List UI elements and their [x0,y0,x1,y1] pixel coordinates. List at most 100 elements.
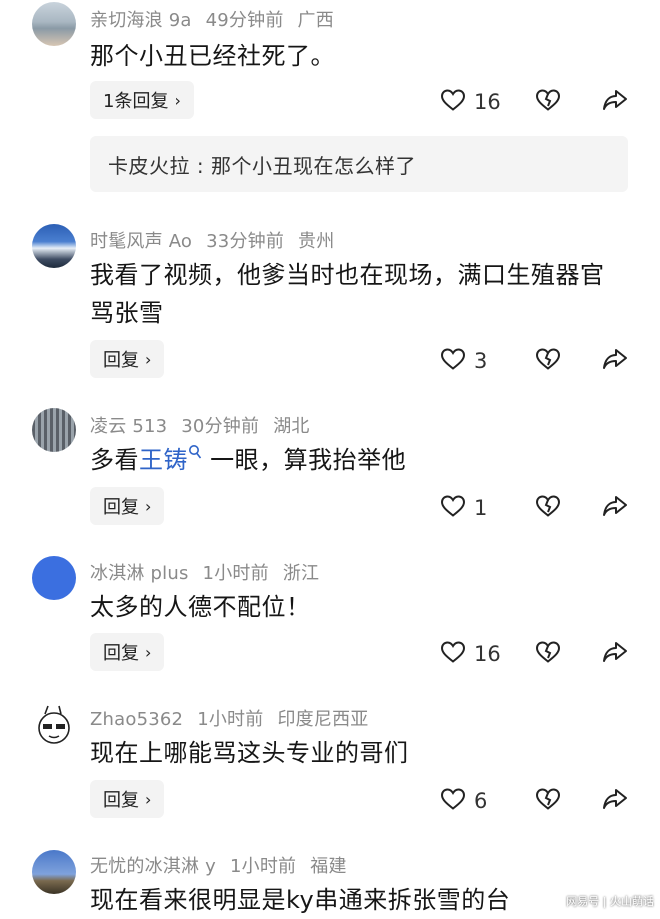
share-button[interactable] [602,787,628,815]
reply-label: 回复 [103,350,139,371]
reply-label: 回复 [103,497,139,518]
comment-text-segment: 一眼，算我抬举他 [210,446,407,474]
username[interactable]: Zhao5362 [90,709,183,730]
comment-item: 凌云 513 30分钟前 湖北 多看王铸 一眼，算我抬举他 回复 › 1 [0,404,660,534]
timestamp: 1小时前 [197,709,264,730]
comment-meta: 时髦风声 Ao 33分钟前 贵州 [90,227,348,253]
broken-heart-icon [535,640,561,668]
timestamp: 30分钟前 [181,416,260,437]
like-button[interactable]: 6 [440,787,487,815]
share-button[interactable] [602,640,628,668]
share-button[interactable] [602,494,628,522]
like-button[interactable]: 1 [440,494,487,522]
dislike-button[interactable] [535,787,561,815]
username[interactable]: 亲切海浪 9a [90,10,192,31]
timestamp: 1小时前 [229,856,297,877]
like-button[interactable]: 16 [440,88,501,116]
view-replies-button[interactable]: 1条回复 › [90,81,194,119]
dislike-button[interactable] [535,494,561,522]
avatar[interactable] [32,408,76,452]
share-arrow-icon [602,494,628,522]
like-button[interactable]: 16 [440,640,501,668]
timestamp: 33分钟前 [206,231,285,252]
search-keyword-text: 王铸 [139,446,188,474]
like-count: 16 [474,642,501,666]
share-button[interactable] [602,88,628,116]
sub-reply-preview[interactable]: 卡皮火拉 : 那个小丑现在怎么样了 [90,136,628,192]
comment-text: 我看了视频，他爹当时也在现场，满口生殖器官 骂张雪 [90,256,635,332]
dislike-button[interactable] [535,88,561,116]
comment-item: 时髦风声 Ao 33分钟前 贵州 我看了视频，他爹当时也在现场，满口生殖器官 骂张雪… [0,218,660,388]
comment-text-line: 骂张雪 [90,299,164,327]
reply-button[interactable]: 回复 › [90,633,165,671]
heart-outline-icon [440,787,466,815]
comment-text: 太多的人德不配位！ [90,593,311,621]
username[interactable]: 凌云 513 [90,416,167,437]
comment-text: 多看王铸 一眼，算我抬举他 [90,441,635,479]
comment-text: 现在看来很明显是ky串通来拆张雪的台 [90,886,511,914]
reply-label: 1条回复 [103,91,169,112]
broken-heart-icon [535,347,561,375]
share-arrow-icon [602,347,628,375]
comment-text-line: 我看了视频，他爹当时也在现场，满口生殖器官 [90,261,605,289]
location: 广西 [297,10,334,31]
timestamp: 49分钟前 [205,10,284,31]
comment-item: 亲切海浪 9a 49分钟前 广西 那个小丑已经社死了。 1条回复 › 16 卡皮火拉 … [0,0,660,200]
like-count: 6 [474,789,488,813]
comment-text: 现在上哪能骂这头专业的哥们 [90,739,409,767]
heart-outline-icon [440,88,466,116]
comment-item: 冰淇淋 plus 1小时前 浙江 太多的人德不配位！ 回复 › 16 [0,552,660,682]
heart-outline-icon [440,347,466,375]
avatar[interactable] [32,556,76,600]
reply-button[interactable]: 回复 › [90,780,165,818]
share-arrow-icon [602,640,628,668]
comment-meta: 冰淇淋 plus 1小时前 浙江 [90,559,333,585]
avatar[interactable] [32,224,76,268]
avatar[interactable] [32,850,76,894]
share-arrow-icon [602,787,628,815]
reply-button[interactable]: 回复 › [90,340,165,378]
username[interactable]: 时髦风声 Ao [90,231,192,252]
watermark: 网易号 | 火山萌话 [566,895,654,908]
like-count: 16 [474,90,501,114]
location: 湖北 [273,416,310,437]
location: 浙江 [282,563,320,584]
comment-meta: Zhao5362 1小时前 印度尼西亚 [90,705,382,731]
dislike-button[interactable] [535,347,561,375]
dislike-button[interactable] [535,640,561,668]
heart-outline-icon [440,640,466,668]
search-keyword-link[interactable]: 王铸 [139,445,202,474]
broken-heart-icon [535,494,561,522]
username[interactable]: 冰淇淋 plus [90,563,189,584]
comment-meta: 无忧的冰淇淋 y 1小时前 福建 [90,852,361,878]
broken-heart-icon [535,88,561,116]
timestamp: 1小时前 [202,563,269,584]
cartoon-face-icon [38,705,70,744]
broken-heart-icon [535,787,561,815]
reply-label: 回复 [103,643,139,664]
location: 福建 [310,856,347,877]
chevron-right-icon: › [145,496,152,516]
location: 印度尼西亚 [277,709,369,730]
like-count: 1 [474,496,488,520]
like-button[interactable]: 3 [440,347,487,375]
search-icon [188,445,202,474]
comment-meta: 凌云 513 30分钟前 湖北 [90,412,324,438]
avatar[interactable] [32,2,76,46]
chevron-right-icon: › [174,90,181,110]
reply-button[interactable]: 回复 › [90,487,165,525]
comment-text-segment: 多看 [90,446,139,474]
chevron-right-icon: › [145,789,152,809]
username[interactable]: 无忧的冰淇淋 y [90,856,216,877]
heart-outline-icon [440,494,466,522]
share-button[interactable] [602,347,628,375]
location: 贵州 [298,231,335,252]
avatar[interactable] [32,704,76,748]
reply-label: 回复 [103,790,139,811]
chevron-right-icon: › [145,349,152,369]
comment-item: 无忧的冰淇淋 y 1小时前 福建 现在看来很明显是ky串通来拆张雪的台 [0,846,660,915]
chevron-right-icon: › [145,642,152,662]
like-count: 3 [474,349,488,373]
share-arrow-icon [602,88,628,116]
comment-item: Zhao5362 1小时前 印度尼西亚 现在上哪能骂这头专业的哥们 回复 › 6 [0,700,660,830]
